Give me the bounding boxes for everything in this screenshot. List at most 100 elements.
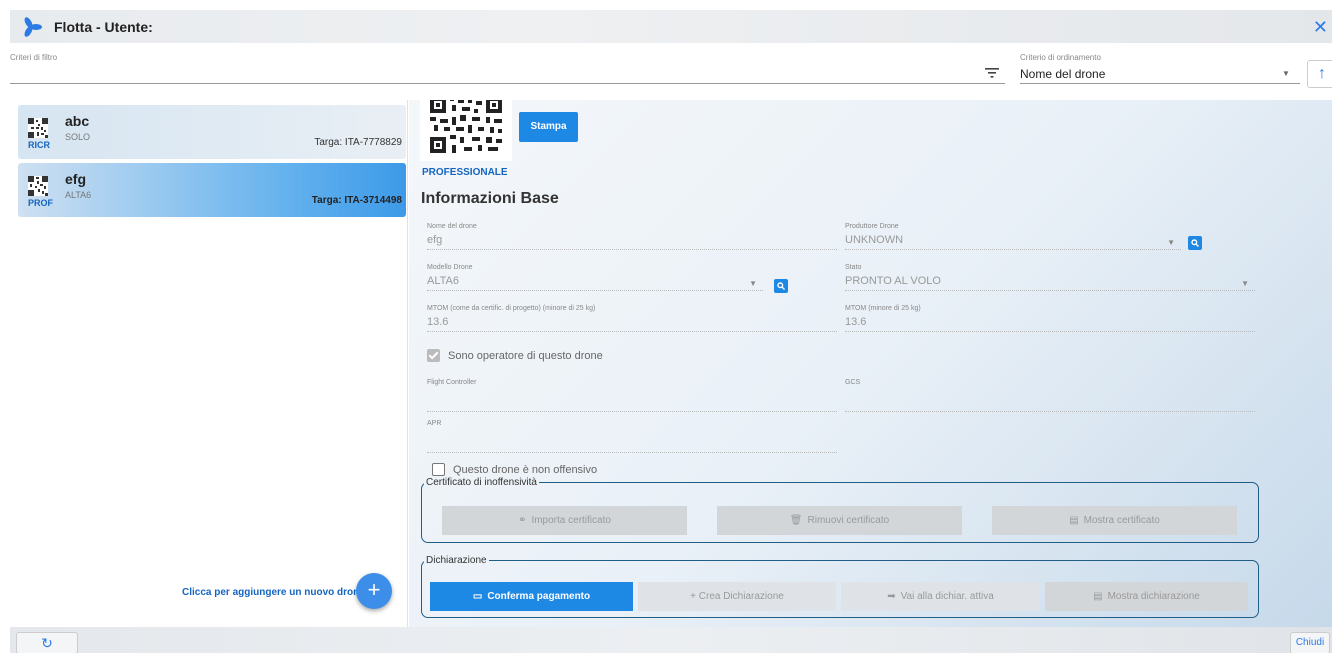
button-label: Conferma pagamento [487,591,591,602]
refresh-icon: ↻ [41,635,53,651]
flight-controller-field[interactable]: Flight Controller [427,379,837,412]
import-certificate-button[interactable]: ⚭ Importa certificato [442,506,687,535]
refresh-button[interactable]: ↻ [16,632,78,653]
remove-certificate-button[interactable]: 🗑 Rimuovi certificato [717,506,962,535]
button-label: Rimuovi certificato [807,515,890,526]
checkbox-unchecked[interactable] [432,463,445,476]
drone-name: abc [65,113,90,129]
chevron-down-icon[interactable]: ▼ [1241,279,1249,288]
field-label: Nome del drone [427,223,477,230]
drone-name-field[interactable]: Nome del drone efg [427,223,837,250]
arrow-up-icon: ↑ [1318,65,1326,82]
drone-model: ALTA6 [65,190,92,200]
filter-bar: Criteri di filtro Criterio di ordinament… [10,43,1332,99]
field-value: PRONTO AL VOLO [845,275,1255,291]
link-icon: ⚭ [518,515,527,526]
field-label: GCS [845,379,861,386]
drone-model: SOLO [65,132,91,142]
trash-icon: 🗑 [789,515,803,526]
gcs-field[interactable]: GCS [845,379,1255,412]
checkbox-label: Sono operatore di questo drone [448,349,603,362]
search-icon [1191,239,1199,247]
field-label: MTOM (minore di 25 kg) [845,305,921,312]
qr-code-icon [28,118,48,138]
field-value: 13.6 [427,316,837,332]
category-label: PROFESSIONALE [422,167,508,178]
drone-plate: Targa: ITA-7778829 [314,137,402,148]
credit-card-icon: ▭ [472,591,483,602]
button-label: Importa certificato [531,515,611,526]
chevron-down-icon[interactable]: ▼ [1282,69,1290,78]
search-icon [777,282,785,290]
button-label: + Crea Dichiarazione [690,591,784,602]
field-value: UNKNOWN [845,234,1181,250]
section-title: Informazioni Base [421,190,559,207]
document-icon: ▤ [1069,515,1079,526]
title-bar: Flotta - Utente: ✕ [10,10,1332,43]
close-icon[interactable]: ✕ [1313,17,1328,38]
non-offensive-checkbox[interactable]: Questo drone è non offensivo [432,463,597,476]
mtom-cert-field[interactable]: MTOM (come da certific. di progetto) (mi… [427,305,837,332]
declaration-legend: Dichiarazione [426,555,487,566]
drone-list: RICR abc SOLO Targa: ITA-7778829 PROF ef… [10,100,408,627]
field-label: MTOM (come da certific. di progetto) (mi… [427,305,596,312]
drone-qr-code [420,100,512,161]
model-select[interactable]: Modello Drone ALTA6 ▼ [427,264,763,291]
drone-category: PROF [28,198,54,208]
go-active-declaration-button[interactable]: ➡ Vai alla dichiar. attiva [841,582,1040,611]
button-label: Mostra dichiarazione [1107,591,1200,602]
field-value: efg [427,234,837,250]
drone-name: efg [65,171,86,187]
field-value [427,431,837,453]
declaration-group: Dichiarazione ▭ Conferma pagamento + Cre… [421,555,1259,618]
sort-select[interactable]: Nome del drone [1020,67,1105,81]
search-manufacturer-button[interactable] [1188,236,1202,250]
window-title: Flotta - Utente: [54,18,153,35]
drone-list-item[interactable]: RICR abc SOLO Targa: ITA-7778829 [18,105,406,159]
add-drone-hint: Clicca per aggiungere un nuovo drone. [182,587,368,598]
certificate-group: Certificato di inoffensività ⚭ Importa c… [421,477,1259,543]
field-label: Produttore Drone [845,223,899,230]
status-select[interactable]: Stato PRONTO AL VOLO ▼ [845,264,1255,291]
drone-plate: Targa: ITA-3714498 [311,195,402,206]
field-value [427,390,837,412]
arrow-right-icon: ➡ [887,591,896,602]
filter-label: Criteri di filtro [10,53,58,62]
search-model-button[interactable] [774,279,788,293]
print-button[interactable]: Stampa [519,112,578,142]
field-value [845,390,1255,412]
create-declaration-button[interactable]: + Crea Dichiarazione [638,582,836,611]
drone-list-item-selected[interactable]: PROF efg ALTA6 Targa: ITA-3714498 [18,163,406,217]
filter-icon[interactable] [985,67,999,79]
add-drone-button[interactable]: + [356,573,392,609]
show-certificate-button[interactable]: ▤ Mostra certificato [992,506,1237,535]
apr-field[interactable]: APR [427,420,837,453]
operator-checkbox[interactable]: Sono operatore di questo drone [427,349,603,362]
sort-label: Criterio di ordinamento [1020,53,1101,62]
chevron-down-icon[interactable]: ▼ [749,279,757,288]
field-label: Flight Controller [427,379,477,386]
field-label: Modello Drone [427,264,473,271]
qr-code-icon [430,100,502,153]
field-label: APR [427,420,442,427]
field-value: 13.6 [845,316,1255,332]
checkbox-label: Questo drone è non offensivo [453,463,598,476]
field-label: Stato [845,264,862,271]
field-value: ALTA6 [427,275,763,291]
manufacturer-select[interactable]: Produttore Drone UNKNOWN ▼ [845,223,1181,250]
show-declaration-button[interactable]: ▤ Mostra dichiarazione [1045,582,1248,611]
close-button[interactable]: Chiudi [1290,632,1330,653]
propeller-icon [24,16,42,37]
bottom-bar: ↻ Chiudi [10,627,1332,653]
sort-direction-button[interactable]: ↑ [1307,60,1332,88]
document-icon: ▤ [1093,591,1103,602]
qr-code-icon [28,176,48,196]
drone-detail-panel: Stampa PROFESSIONALE Informazioni Base N… [409,100,1332,627]
chevron-down-icon[interactable]: ▼ [1167,238,1175,247]
confirm-payment-button[interactable]: ▭ Conferma pagamento [430,582,633,611]
filter-input[interactable] [10,83,1005,84]
button-label: Mostra certificato [1083,515,1160,526]
sort-underline [1020,83,1300,84]
mtom-field[interactable]: MTOM (minore di 25 kg) 13.6 [845,305,1255,332]
checkbox-checked[interactable] [427,349,440,362]
